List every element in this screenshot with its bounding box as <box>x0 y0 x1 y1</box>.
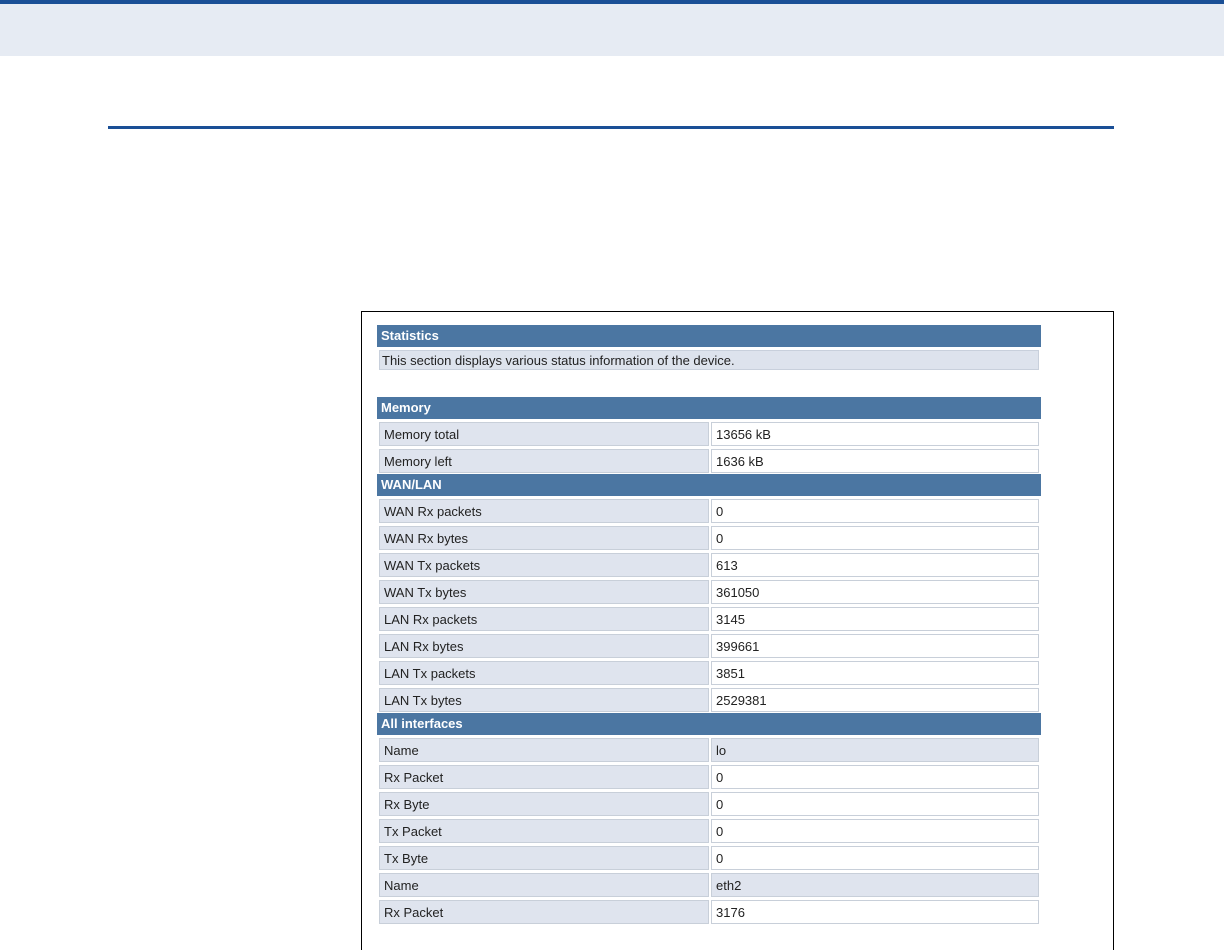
table-row: Tx Packet 0 <box>377 817 1041 844</box>
row-value: lo <box>711 738 1039 762</box>
statistics-description: This section displays various status inf… <box>379 350 1039 370</box>
row-value: 0 <box>711 765 1039 789</box>
row-label: LAN Tx packets <box>379 661 709 685</box>
row-label: Name <box>379 873 709 897</box>
memory-header: Memory <box>377 397 1041 420</box>
row-label: Rx Byte <box>379 792 709 816</box>
row-value: 1636 kB <box>711 449 1039 473</box>
statistics-panel: Statistics This section displays various… <box>377 325 1041 925</box>
row-label: Rx Packet <box>379 765 709 789</box>
row-label: WAN Tx packets <box>379 553 709 577</box>
table-row: WAN Rx packets 0 <box>377 497 1041 524</box>
row-value: 399661 <box>711 634 1039 658</box>
page-header-band <box>0 0 1224 56</box>
table-row: Rx Packet 3176 <box>377 898 1041 925</box>
row-value: 0 <box>711 499 1039 523</box>
table-row: LAN Tx bytes 2529381 <box>377 686 1041 713</box>
table-row: Memory left 1636 kB <box>377 447 1041 474</box>
row-value: 3145 <box>711 607 1039 631</box>
row-label: Tx Packet <box>379 819 709 843</box>
table-row: Rx Byte 0 <box>377 790 1041 817</box>
row-value: 0 <box>711 526 1039 550</box>
row-value: 0 <box>711 819 1039 843</box>
row-value: 613 <box>711 553 1039 577</box>
table-row: WAN Rx bytes 0 <box>377 524 1041 551</box>
screenshot-frame: Statistics This section displays various… <box>361 311 1114 950</box>
table-row: LAN Rx bytes 399661 <box>377 632 1041 659</box>
row-value: 0 <box>711 792 1039 816</box>
row-label: WAN Rx bytes <box>379 526 709 550</box>
row-label: Memory total <box>379 422 709 446</box>
row-label: LAN Tx bytes <box>379 688 709 712</box>
row-label: LAN Rx packets <box>379 607 709 631</box>
row-label: LAN Rx bytes <box>379 634 709 658</box>
statistics-description-row: This section displays various status inf… <box>377 348 1041 374</box>
row-value: 0 <box>711 846 1039 870</box>
table-row: LAN Tx packets 3851 <box>377 659 1041 686</box>
table-row: LAN Rx packets 3145 <box>377 605 1041 632</box>
row-value: 3851 <box>711 661 1039 685</box>
row-label: Tx Byte <box>379 846 709 870</box>
table-row: Memory total 13656 kB <box>377 420 1041 447</box>
row-value: 2529381 <box>711 688 1039 712</box>
table-row: Name eth2 <box>377 871 1041 898</box>
row-label: Memory left <box>379 449 709 473</box>
row-label: Name <box>379 738 709 762</box>
row-value: 3176 <box>711 900 1039 924</box>
row-value: 13656 kB <box>711 422 1039 446</box>
row-label: Rx Packet <box>379 900 709 924</box>
row-label: WAN Tx bytes <box>379 580 709 604</box>
row-value: eth2 <box>711 873 1039 897</box>
row-label: WAN Rx packets <box>379 499 709 523</box>
all-interfaces-header: All interfaces <box>377 713 1041 736</box>
wan-lan-header: WAN/LAN <box>377 474 1041 497</box>
table-row: Name lo <box>377 736 1041 763</box>
table-row: WAN Tx packets 613 <box>377 551 1041 578</box>
section-divider <box>108 126 1114 129</box>
table-row: Tx Byte 0 <box>377 844 1041 871</box>
row-value: 361050 <box>711 580 1039 604</box>
statistics-header: Statistics <box>377 325 1041 348</box>
table-row: WAN Tx bytes 361050 <box>377 578 1041 605</box>
table-row: Rx Packet 0 <box>377 763 1041 790</box>
